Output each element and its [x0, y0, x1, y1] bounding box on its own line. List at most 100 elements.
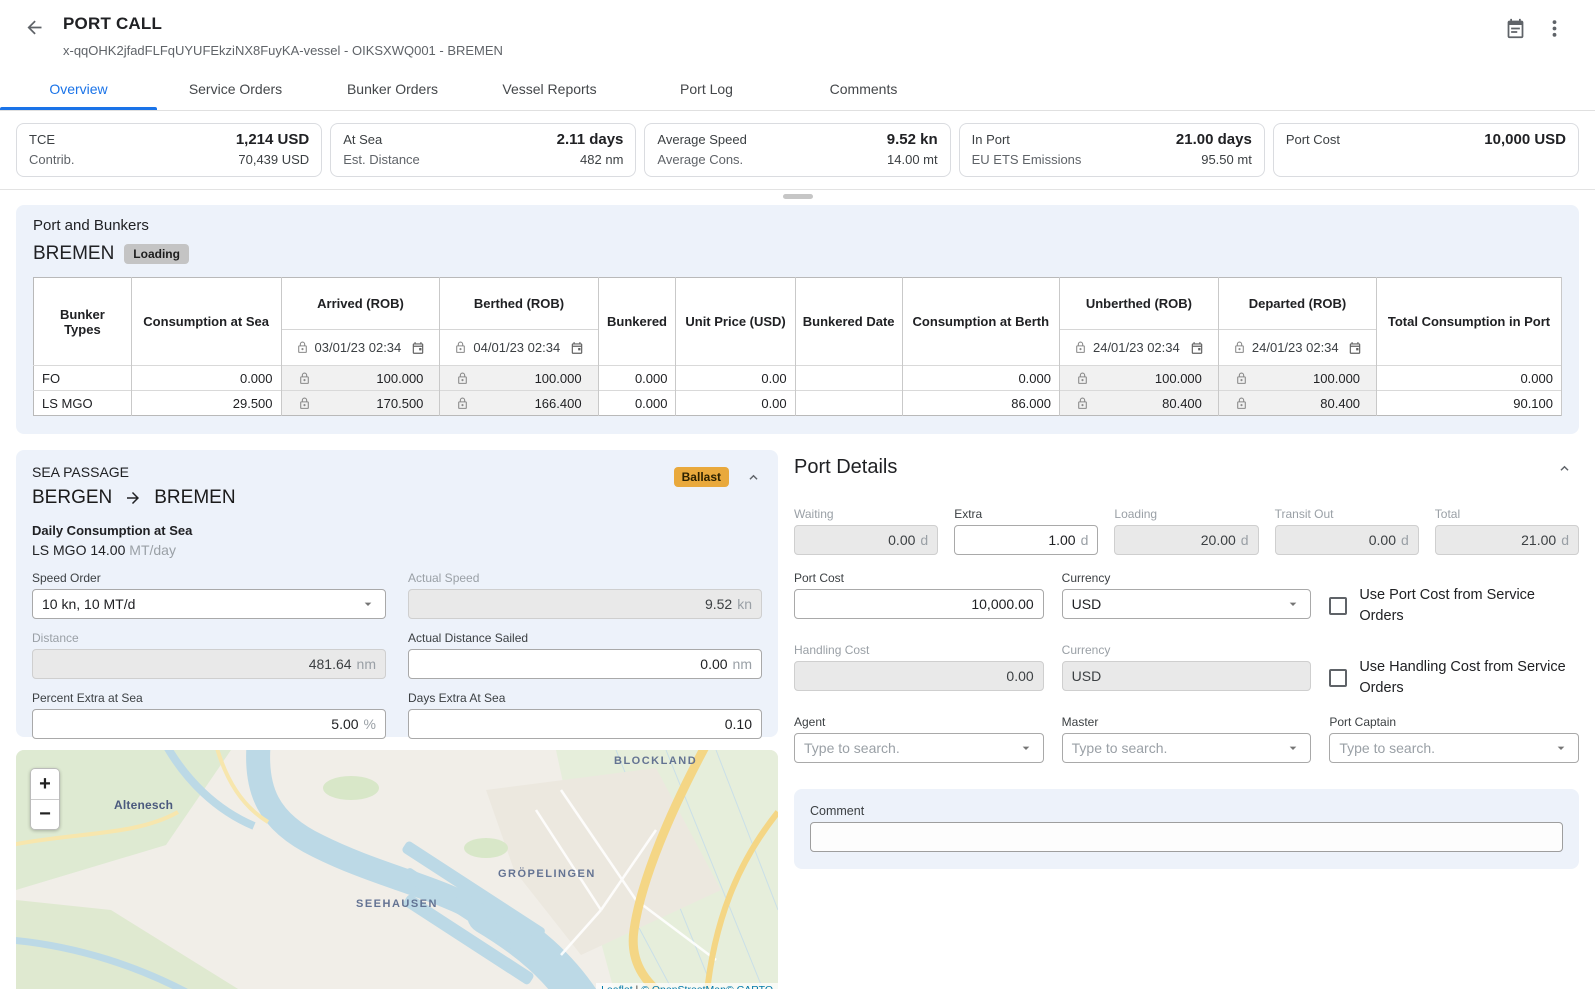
- comment-input[interactable]: [810, 822, 1563, 852]
- unberthed-date-picker[interactable]: 24/01/23 02:34: [1066, 340, 1212, 355]
- page-title: PORT CALL: [63, 14, 1505, 34]
- collapse-chevron-up-icon[interactable]: [1556, 460, 1573, 477]
- master-search-select[interactable]: Type to search.: [1062, 733, 1312, 763]
- use-port-cost-checkbox[interactable]: [1329, 597, 1347, 615]
- tab-port-log[interactable]: Port Log: [628, 70, 785, 110]
- percent-extra-at-sea-field[interactable]: 5.00 %: [32, 709, 386, 739]
- tab-vessel-reports[interactable]: Vessel Reports: [471, 70, 628, 110]
- arrived-date-picker[interactable]: 03/01/23 02:34: [288, 340, 434, 355]
- stat-value: 21.00 days: [1176, 130, 1252, 150]
- col-departed-rob: Departed (ROB): [1218, 278, 1376, 330]
- agent-search-select[interactable]: Type to search.: [794, 733, 1044, 763]
- tab-comments[interactable]: Comments: [785, 70, 942, 110]
- cell-unit-price[interactable]: 0.00: [676, 391, 795, 416]
- col-berthed-rob: Berthed (ROB): [440, 278, 598, 330]
- zoom-in-button[interactable]: +: [31, 769, 59, 799]
- leaflet-link[interactable]: Leaflet: [601, 984, 633, 989]
- port-captain-search-select[interactable]: Type to search.: [1329, 733, 1579, 763]
- calendar-icon[interactable]: [1190, 341, 1204, 355]
- transit-out-field: 0.00 d: [1275, 525, 1419, 555]
- map-zoom-control: + −: [30, 768, 60, 830]
- field-label: Port Captain: [1329, 715, 1579, 729]
- waiting-field: 0.00 d: [794, 525, 938, 555]
- map-tiles: [16, 750, 778, 989]
- daily-consumption-label: Daily Consumption at Sea: [32, 523, 762, 538]
- currency-select[interactable]: USD: [1062, 589, 1312, 619]
- days-extra-at-sea-field[interactable]: 0.10: [408, 709, 762, 739]
- stat-value: 9.52 kn: [887, 130, 938, 150]
- field-label: Total: [1435, 507, 1579, 521]
- cell-value: 170.500: [311, 396, 424, 411]
- stats-row: TCE1,214 USD Contrib.70,439 USD At Sea2.…: [16, 123, 1579, 177]
- field-value: 5.00: [331, 716, 358, 732]
- bunker-type: LS MGO: [34, 391, 132, 416]
- cell-bunkered-date[interactable]: [795, 391, 902, 416]
- port-and-bunkers-section: Port and Bunkers BREMEN Loading Bunker T…: [16, 205, 1579, 434]
- tab-service-orders[interactable]: Service Orders: [157, 70, 314, 110]
- tab-bunker-orders[interactable]: Bunker Orders: [314, 70, 471, 110]
- cell-value: 166.400: [469, 396, 581, 411]
- cell-unit-price[interactable]: 0.00: [676, 366, 795, 391]
- handling-cost-field: 0.00: [794, 661, 1044, 691]
- extra-field[interactable]: 1.00 d: [954, 525, 1098, 555]
- stat-card-tce: TCE1,214 USD Contrib.70,439 USD: [16, 123, 322, 177]
- chevron-down-icon: [360, 596, 376, 612]
- calendar-icon[interactable]: [1505, 18, 1526, 39]
- cell-unberthed-rob: 80.400: [1068, 391, 1210, 415]
- use-handling-cost-checkbox[interactable]: [1329, 669, 1347, 687]
- field-label: Extra: [954, 507, 1098, 521]
- departed-date-picker[interactable]: 24/01/23 02:34: [1225, 340, 1370, 355]
- collapse-chevron-up-icon[interactable]: [745, 469, 762, 486]
- lock-icon: [296, 341, 309, 354]
- page-subtitle: x-qqOHK2jfadFLFqUYUFEkziNX8FuyKA-vessel …: [63, 43, 1505, 58]
- lock-icon: [1235, 397, 1248, 410]
- lock-icon: [456, 397, 469, 410]
- berthed-date-picker[interactable]: 04/01/23 02:34: [446, 340, 591, 355]
- route-from: BERGEN: [32, 487, 112, 509]
- calendar-icon[interactable]: [570, 341, 584, 355]
- back-arrow-icon[interactable]: [24, 17, 45, 38]
- cell-consumption-at-sea[interactable]: 29.500: [131, 391, 281, 416]
- berthed-date: 04/01/23 02:34: [473, 340, 563, 355]
- total-field: 21.00 d: [1435, 525, 1579, 555]
- kebab-menu-icon[interactable]: [1552, 19, 1557, 38]
- zoom-out-button[interactable]: −: [31, 799, 59, 829]
- col-arrived-rob: Arrived (ROB): [281, 278, 440, 330]
- cell-bunkered[interactable]: 0.000: [598, 366, 676, 391]
- cell-consumption-at-berth[interactable]: 86.000: [902, 391, 1059, 416]
- cell-value: 100.000: [1089, 371, 1202, 386]
- field-unit: d: [1241, 532, 1249, 548]
- search-placeholder: Type to search.: [1339, 740, 1553, 756]
- drag-handle[interactable]: [783, 194, 813, 199]
- field-value: 10,000.00: [971, 596, 1033, 612]
- speed-order-select[interactable]: 10 kn, 10 MT/d: [32, 589, 386, 619]
- carto-link[interactable]: © CARTO: [726, 984, 773, 989]
- sea-passage-section: SEA PASSAGE BERGEN BREMEN Ballast Daily …: [16, 450, 778, 737]
- loading-field: 20.00 d: [1114, 525, 1258, 555]
- cell-consumption-at-sea[interactable]: 0.000: [131, 366, 281, 391]
- chevron-down-icon: [1285, 740, 1301, 756]
- stat-label2: EU ETS Emissions: [972, 150, 1082, 170]
- map[interactable]: BLOCKLAND Altenesch GRÖPELINGEN SEEHAUSE…: [16, 750, 778, 989]
- field-value: 0.00: [1369, 532, 1396, 548]
- cell-unberthed-rob: 100.000: [1068, 366, 1210, 390]
- tab-overview[interactable]: Overview: [0, 70, 157, 110]
- calendar-icon[interactable]: [1348, 341, 1362, 355]
- cell-bunkered-date[interactable]: [795, 366, 902, 391]
- table-row-ls-mgo: LS MGO 29.500 170.500 166.400 0.000 0.00…: [34, 391, 1562, 416]
- port-cost-field[interactable]: 10,000.00: [794, 589, 1044, 619]
- openstreetmap-link[interactable]: © OpenStreetMap: [641, 984, 726, 989]
- cell-consumption-at-berth[interactable]: 0.000: [902, 366, 1059, 391]
- field-unit: d: [920, 532, 928, 548]
- field-unit: d: [1401, 532, 1409, 548]
- field-label: Currency: [1062, 643, 1312, 657]
- stat-value2: 70,439 USD: [238, 150, 309, 170]
- cell-berthed-rob: 166.400: [448, 391, 589, 415]
- field-value: 0.00: [1006, 668, 1033, 684]
- lock-icon: [298, 372, 311, 385]
- stat-label: Average Speed: [657, 130, 746, 150]
- actual-distance-sailed-field[interactable]: 0.00 nm: [408, 649, 762, 679]
- stat-value2: 482 nm: [580, 150, 623, 170]
- cell-bunkered[interactable]: 0.000: [598, 391, 676, 416]
- calendar-icon[interactable]: [411, 341, 425, 355]
